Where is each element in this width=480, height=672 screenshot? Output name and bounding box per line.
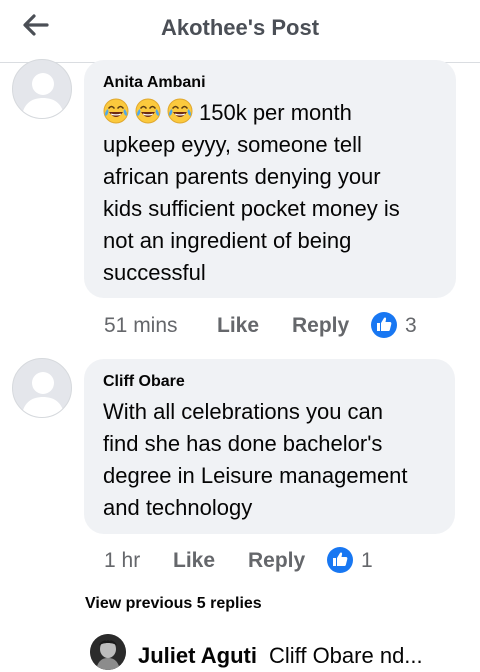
thumbs-up-icon	[333, 552, 348, 566]
comment-line: successful	[103, 260, 206, 285]
comment-line: degree in Leisure management	[103, 463, 408, 488]
comment-line: and technology	[103, 495, 253, 520]
comment-line: find she has done bachelor's	[103, 431, 383, 456]
view-previous-replies-link[interactable]: View previous 5 replies	[85, 595, 262, 613]
comment-line: kids sufficient pocket money is	[103, 196, 400, 221]
like-button[interactable]: Like	[173, 549, 215, 573]
emoji-row	[103, 98, 199, 125]
reply-snippet: Cliff Obare nd...	[268, 643, 423, 668]
comment-line: With all celebrations you can	[103, 399, 384, 424]
face-with-tears-of-joy-icon	[135, 98, 161, 124]
comment-timestamp: 51 mins	[104, 314, 178, 337]
avatar[interactable]	[90, 634, 126, 670]
like-reaction-icon[interactable]	[327, 547, 353, 573]
face-with-tears-of-joy-icon	[103, 98, 129, 124]
comment-line: 150k per month	[103, 97, 400, 129]
comment-line: african parents denying your	[103, 164, 381, 189]
reply-button[interactable]: Reply	[248, 549, 305, 573]
thumbs-up-icon	[377, 317, 392, 331]
like-button[interactable]: Like	[217, 314, 259, 338]
comment-author[interactable]: Cliff Obare	[103, 373, 185, 391]
comment-text: With all celebrations you can find she h…	[103, 396, 408, 524]
default-avatar-icon	[21, 372, 65, 417]
default-avatar-icon	[21, 73, 65, 118]
comment-author[interactable]: Anita Ambani	[103, 74, 206, 92]
top-bar: Akothee's Post	[0, 0, 480, 63]
page-title: Akothee's Post	[160, 15, 320, 40]
reply-preview[interactable]: Juliet Aguti Cliff Obare nd...	[138, 643, 423, 669]
avatar[interactable]	[12, 358, 72, 418]
profile-photo-icon	[90, 634, 126, 670]
like-reaction-icon[interactable]	[371, 312, 397, 338]
reply-author[interactable]: Juliet Aguti	[138, 643, 257, 668]
reply-button[interactable]: Reply	[292, 314, 349, 338]
comment-line: upkeep eyyy, someone tell	[103, 132, 362, 157]
comment-line: not an ingredient of being	[103, 228, 352, 253]
comment-text: 150k per month upkeep eyyy, someone tell…	[103, 97, 400, 289]
avatar[interactable]	[12, 59, 72, 119]
reaction-count[interactable]: 1	[361, 549, 373, 573]
reaction-count[interactable]: 3	[405, 314, 417, 338]
face-with-tears-of-joy-icon	[167, 98, 193, 124]
comment-bubble: Cliff Obare With all celebrations you ca…	[84, 359, 455, 534]
comment-timestamp: 1 hr	[104, 549, 141, 572]
comment-bubble: Anita Ambani 150k per month upkeep eyyy,…	[84, 60, 456, 298]
